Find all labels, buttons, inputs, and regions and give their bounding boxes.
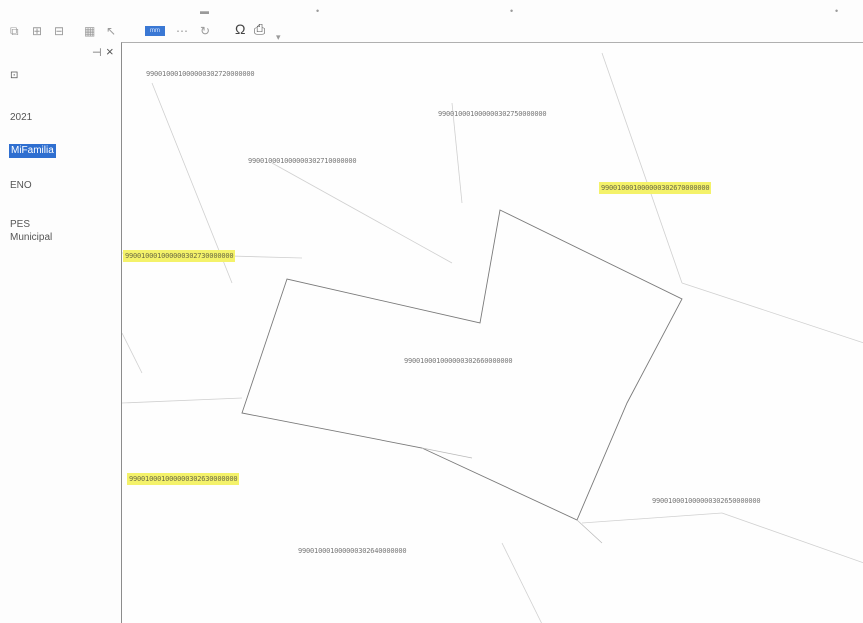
parcel-boundary xyxy=(601,52,683,284)
table-icon[interactable]: ⊟ xyxy=(54,24,64,38)
parcel-boundary xyxy=(451,102,463,204)
parcel-boundary xyxy=(421,447,473,459)
close-icon[interactable]: × xyxy=(106,44,114,59)
parcel-label[interactable]: 990010001000000302650000000 xyxy=(652,497,761,505)
toolbar: ⧉ ⊞ ⊟ ▦ ↖ mm ⋯ ↻ Ω ⎙ ▾ ▬ • • • xyxy=(0,0,863,42)
refresh-icon[interactable]: ↻ xyxy=(200,24,210,38)
parcel-boundary xyxy=(122,397,243,404)
sidebar-item-pes[interactable]: PES xyxy=(10,219,30,231)
parcel-label[interactable]: 990010001000000302640000000 xyxy=(298,547,407,555)
parcel-label[interactable]: 990010001000000302660000000 xyxy=(404,357,513,365)
sidebar-item-eno[interactable]: ENO xyxy=(10,180,32,192)
map-canvas[interactable]: 990010001000000302720000000 990010001000… xyxy=(121,42,863,623)
gis-application: ⧉ ⊞ ⊟ ▦ ↖ mm ⋯ ↻ Ω ⎙ ▾ ▬ • • • ⊣ × ⊡ 202… xyxy=(0,0,863,623)
dash-icon: ▬ xyxy=(200,6,209,16)
attribute-icon[interactable]: Ω xyxy=(235,22,245,36)
pointer-icon[interactable]: ↖ xyxy=(106,24,116,38)
parcel-label[interactable]: 990010001000000302720000000 xyxy=(146,70,255,78)
print-icon[interactable]: ⎙ xyxy=(254,22,265,36)
parcel-boundary xyxy=(271,162,453,264)
parcel-label-highlighted[interactable]: 990010001000000302670000000 xyxy=(599,182,712,194)
dot-icon: • xyxy=(835,6,839,16)
parcel-boundary xyxy=(681,282,863,344)
parcel-boundary xyxy=(122,332,143,374)
parcel-label-highlighted[interactable]: 990010001000000302730000000 xyxy=(123,250,236,262)
parcel-label[interactable]: 990010001000000302710000000 xyxy=(248,157,357,165)
parcel-boundary xyxy=(721,512,863,564)
map-lines xyxy=(122,52,863,623)
parcel-boundary xyxy=(581,512,723,524)
layers-panel: ⊣ × ⊡ 2021 MiFamilia ENO PES Municipal xyxy=(0,42,120,623)
parcel-label-highlighted[interactable]: 990010001000000302630000000 xyxy=(127,473,240,485)
select-icon[interactable]: ▦ xyxy=(84,24,95,38)
parcel-boundary xyxy=(576,519,603,544)
sidebar-item-mifamilia[interactable]: MiFamilia xyxy=(9,144,56,158)
pin-icon[interactable]: ⊣ xyxy=(92,46,102,59)
dot-icon: • xyxy=(510,6,514,16)
sidebar-item-municipal[interactable]: Municipal xyxy=(10,232,52,244)
grid-icon[interactable]: ⊞ xyxy=(32,24,42,38)
parcel-boundary xyxy=(501,542,542,623)
selected-parcel-outline xyxy=(241,209,683,521)
parcel-label[interactable]: 990010001000000302750000000 xyxy=(438,110,547,118)
zoom-icon[interactable]: ⋯ xyxy=(176,24,188,38)
panel-small-icon[interactable]: ⊡ xyxy=(10,70,18,82)
layout-icon[interactable]: ⧉ xyxy=(10,24,19,38)
dot-icon: • xyxy=(316,6,320,16)
sidebar-item-2021[interactable]: 2021 xyxy=(10,112,32,124)
active-tool-button[interactable]: mm xyxy=(145,26,165,36)
